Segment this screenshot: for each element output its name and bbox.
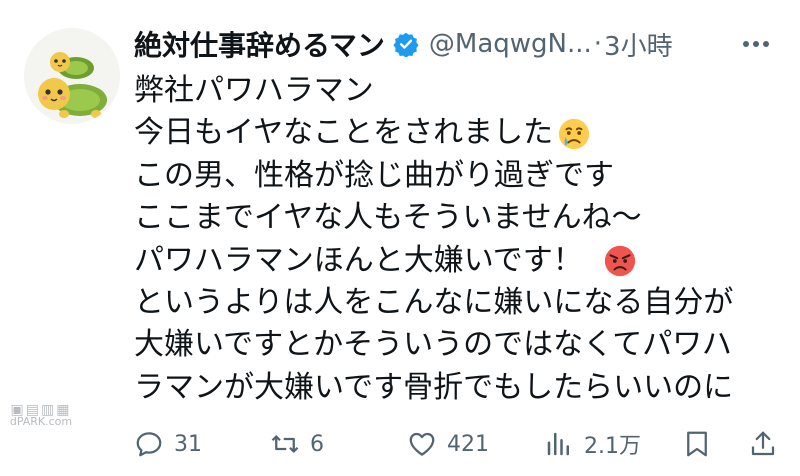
watermark-text: dPARK.com — [9, 415, 73, 428]
tweet-line-3: この男、性格が捻じ曲がり過ぎです — [134, 157, 614, 193]
separator-dot: · — [593, 29, 603, 59]
tweet-header: 絶対仕事辞めるマン @MaqwgN... · 3小時 — [134, 24, 784, 64]
reply-count: 31 — [174, 431, 202, 457]
views-button[interactable]: 2.1万 — [544, 422, 641, 466]
crying-face-emoji — [558, 118, 590, 149]
reply-icon — [136, 432, 162, 457]
more-options-icon[interactable] — [738, 26, 774, 62]
timestamp[interactable]: 3小時 — [604, 26, 673, 63]
tweet-line-2: 今日もイヤなことをされました — [134, 112, 794, 154]
retweet-icon — [271, 435, 299, 453]
tweet-line-5: パワハラマンほんと大嫌いです！ — [134, 240, 794, 282]
turtle-avatar-icon — [38, 52, 107, 118]
like-icon — [409, 432, 435, 456]
tweet-line-8: ラマンが大嫌いです骨折でもしたらいいのに — [134, 369, 734, 405]
angry-face-emoji — [604, 245, 635, 276]
retweet-count: 6 — [310, 431, 324, 457]
avatar[interactable] — [24, 28, 120, 124]
user-handle[interactable]: @MaqwgN... — [429, 29, 592, 59]
tweet-body: 弊社パワハラマン 今日もイヤなことをされました この男、性格が捻じ曲がり過ぎです… — [134, 70, 794, 409]
share-button[interactable] — [748, 422, 788, 466]
like-count: 421 — [447, 431, 489, 457]
bookmark-icon — [687, 431, 707, 457]
view-count: 2.1万 — [584, 434, 641, 459]
share-icon — [751, 431, 775, 456]
reply-button[interactable]: 31 — [134, 422, 202, 466]
display-name[interactable]: 絶対仕事辞めるマン — [134, 24, 385, 64]
verified-badge-icon — [393, 32, 419, 57]
like-button[interactable]: 421 — [407, 422, 489, 466]
bookmark-button[interactable] — [682, 422, 722, 466]
watermark: ▣▤▥▦ dPARK.com — [6, 403, 76, 428]
retweet-button[interactable]: 6 — [270, 422, 324, 466]
tweet-line-6: というよりは人をこんなに嫌いになる自分が — [134, 284, 734, 320]
tweet-line-1: 弊社パワハラマン — [134, 73, 374, 108]
views-icon — [547, 432, 569, 456]
tweet-line-7: 大嫌いですとかそういうのではなくてパワハ — [134, 327, 732, 363]
tweet-actions: 31 6 421 2.1万 — [134, 422, 784, 466]
tweet-line-4: ここまでイヤな人もそういませんね～ — [134, 200, 642, 236]
